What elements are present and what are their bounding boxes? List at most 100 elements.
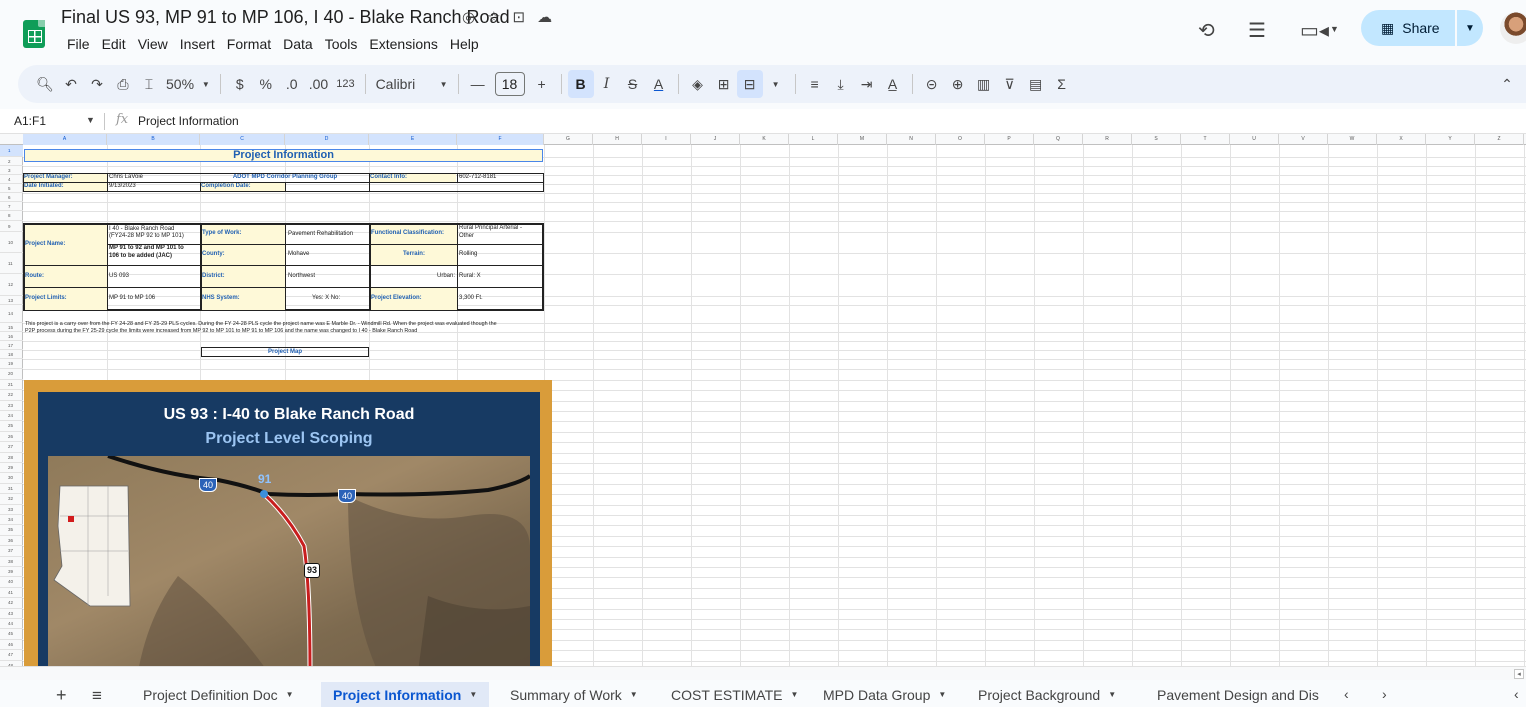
row-header-8[interactable]: 8 (0, 211, 23, 221)
row-header-40[interactable]: 40 (0, 577, 23, 588)
row-header-16[interactable]: 16 (0, 332, 23, 341)
meet-camera-icon[interactable]: ▭◂ (1300, 18, 1329, 43)
column-header-w[interactable]: W (1328, 134, 1377, 145)
redo-icon[interactable]: ↷ (84, 70, 110, 98)
menu-data[interactable]: Data (277, 34, 319, 54)
undo-icon[interactable]: ↶ (58, 70, 84, 98)
route-value[interactable]: US 093 (109, 273, 129, 280)
nhs-system-value[interactable]: Yes: X No: (312, 295, 340, 302)
project-note-line-1[interactable]: This project is a carry over from the FY… (25, 321, 497, 328)
share-dropdown-button[interactable]: ▼ (1457, 10, 1483, 46)
paint-format-icon[interactable]: ⌶ (136, 70, 162, 98)
row-header-1[interactable]: 1 (0, 145, 23, 157)
vertical-align-icon[interactable]: ⤓ (828, 70, 854, 98)
fill-color-icon[interactable]: ◈ (685, 70, 711, 98)
share-button[interactable]: ▦ Share (1361, 10, 1455, 46)
column-header-l[interactable]: L (789, 134, 838, 145)
column-header-m[interactable]: M (838, 134, 887, 145)
column-header-p[interactable]: P (985, 134, 1034, 145)
row-header-31[interactable]: 31 (0, 484, 23, 495)
percent-format-button[interactable]: % (253, 70, 279, 98)
version-history-icon[interactable]: ⟲ (1198, 18, 1215, 43)
row-header-45[interactable]: 45 (0, 629, 23, 640)
tab-project-background[interactable]: Project Background ▼ (966, 682, 1128, 707)
menu-tools[interactable]: Tools (319, 34, 364, 54)
text-wrapping-icon[interactable]: ⇥ (854, 70, 880, 98)
row-header-27[interactable]: 27 (0, 442, 23, 453)
row-header-2[interactable]: 2 (0, 157, 23, 166)
row-header-26[interactable]: 26 (0, 432, 23, 443)
row-header-7[interactable]: 7 (0, 202, 23, 211)
search-menus-icon[interactable]: 🔍︎ (32, 70, 58, 98)
project-name-line-4[interactable]: 106 to be added (JAC) (109, 253, 172, 260)
row-header-19[interactable]: 19 (0, 359, 23, 370)
column-header-u[interactable]: U (1230, 134, 1279, 145)
row-header-3[interactable]: 3 (0, 166, 23, 175)
row-header-9[interactable]: 9 (0, 221, 23, 232)
strikethrough-icon[interactable]: S (620, 70, 646, 98)
row-header-21[interactable]: 21 (0, 380, 23, 391)
tab-summary-of-work[interactable]: Summary of Work ▼ (498, 682, 650, 707)
star-icon[interactable]: ☆ (487, 8, 500, 26)
increase-font-size-icon[interactable]: + (529, 70, 555, 98)
row-header-30[interactable]: 30 (0, 473, 23, 484)
column-header-r[interactable]: R (1083, 134, 1132, 145)
insert-comment-icon[interactable]: ⊕ (945, 70, 971, 98)
row-header-15[interactable]: 15 (0, 323, 23, 332)
tab-dropdown-icon[interactable]: ▼ (938, 690, 946, 699)
row-header-10[interactable]: 10 (0, 232, 23, 253)
row-header-24[interactable]: 24 (0, 411, 23, 422)
column-header-x[interactable]: X (1377, 134, 1426, 145)
row-header-32[interactable]: 32 (0, 494, 23, 505)
column-header-f[interactable]: F (457, 134, 544, 145)
column-header-k[interactable]: K (740, 134, 789, 145)
menu-edit[interactable]: Edit (96, 34, 132, 54)
column-header-i[interactable]: I (642, 134, 691, 145)
row-header-36[interactable]: 36 (0, 536, 23, 547)
project-limits-value[interactable]: MP 91 to MP 106 (109, 295, 155, 302)
horizontal-scrollbar[interactable]: ◂ (0, 666, 1526, 680)
column-header-g[interactable]: G (544, 134, 593, 145)
row-header-12[interactable]: 12 (0, 274, 23, 296)
row-header-6[interactable]: 6 (0, 193, 23, 202)
column-header-v[interactable]: V (1279, 134, 1328, 145)
tab-project-information[interactable]: Project Information ▼ (321, 682, 490, 707)
project-map-image[interactable]: US 93 : I-40 to Blake Ranch Road Project… (24, 380, 552, 666)
district-value[interactable]: Northwest (288, 273, 315, 280)
move-folder-icon[interactable]: ⊡ (513, 8, 526, 26)
functional-classification-line-2[interactable]: Other (459, 233, 474, 240)
tab-dropdown-icon[interactable]: ▼ (791, 690, 799, 699)
tabs-scroll-left-icon[interactable]: ‹ (1344, 686, 1349, 702)
row-header-39[interactable]: 39 (0, 567, 23, 578)
menu-help[interactable]: Help (444, 34, 485, 54)
row-header-34[interactable]: 34 (0, 515, 23, 526)
tab-mpd-data-group[interactable]: MPD Data Group ▼ (811, 682, 958, 707)
insert-link-icon[interactable]: ⊝ (919, 70, 945, 98)
tabs-scroll-right-icon[interactable]: › (1382, 686, 1387, 702)
tab-dropdown-icon[interactable]: ▼ (630, 690, 638, 699)
column-header-y[interactable]: Y (1426, 134, 1475, 145)
spreadsheet-grid[interactable]: ABCDEFGHIJKLMNOPQRSTUVWXYZ 1 2 3 4 5 6 7 8 9 10 11… (0, 134, 1526, 666)
row-header-38[interactable]: 38 (0, 557, 23, 567)
insert-chart-icon[interactable]: ▥ (971, 70, 997, 98)
sheet-explore-collapse-icon[interactable]: ‹ (1514, 686, 1519, 702)
name-box[interactable]: A1:F1 (14, 114, 46, 128)
filter-views-icon[interactable]: ▤ (1023, 70, 1049, 98)
county-value[interactable]: Mohave (288, 251, 309, 258)
borders-icon[interactable]: ⊞ (711, 70, 737, 98)
comments-icon[interactable]: ☰ (1248, 18, 1266, 43)
column-header-a[interactable]: A (23, 134, 107, 145)
avatar[interactable] (1500, 12, 1526, 44)
row-header-44[interactable]: 44 (0, 619, 23, 630)
row-header-20[interactable]: 20 (0, 369, 23, 380)
row-header-35[interactable]: 35 (0, 525, 23, 536)
font-size-input[interactable]: 18 (494, 72, 525, 96)
column-header-n[interactable]: N (887, 134, 936, 145)
collapse-toolbar-icon[interactable]: ⌃ (1494, 70, 1520, 98)
row-header-43[interactable]: 43 (0, 609, 23, 619)
decrease-decimal-button[interactable]: .0 (279, 70, 305, 98)
column-header-c[interactable]: C (200, 134, 285, 145)
row-header-33[interactable]: 33 (0, 505, 23, 515)
scroll-right-icon[interactable]: ◂ (1514, 669, 1524, 679)
column-header-t[interactable]: T (1181, 134, 1230, 145)
